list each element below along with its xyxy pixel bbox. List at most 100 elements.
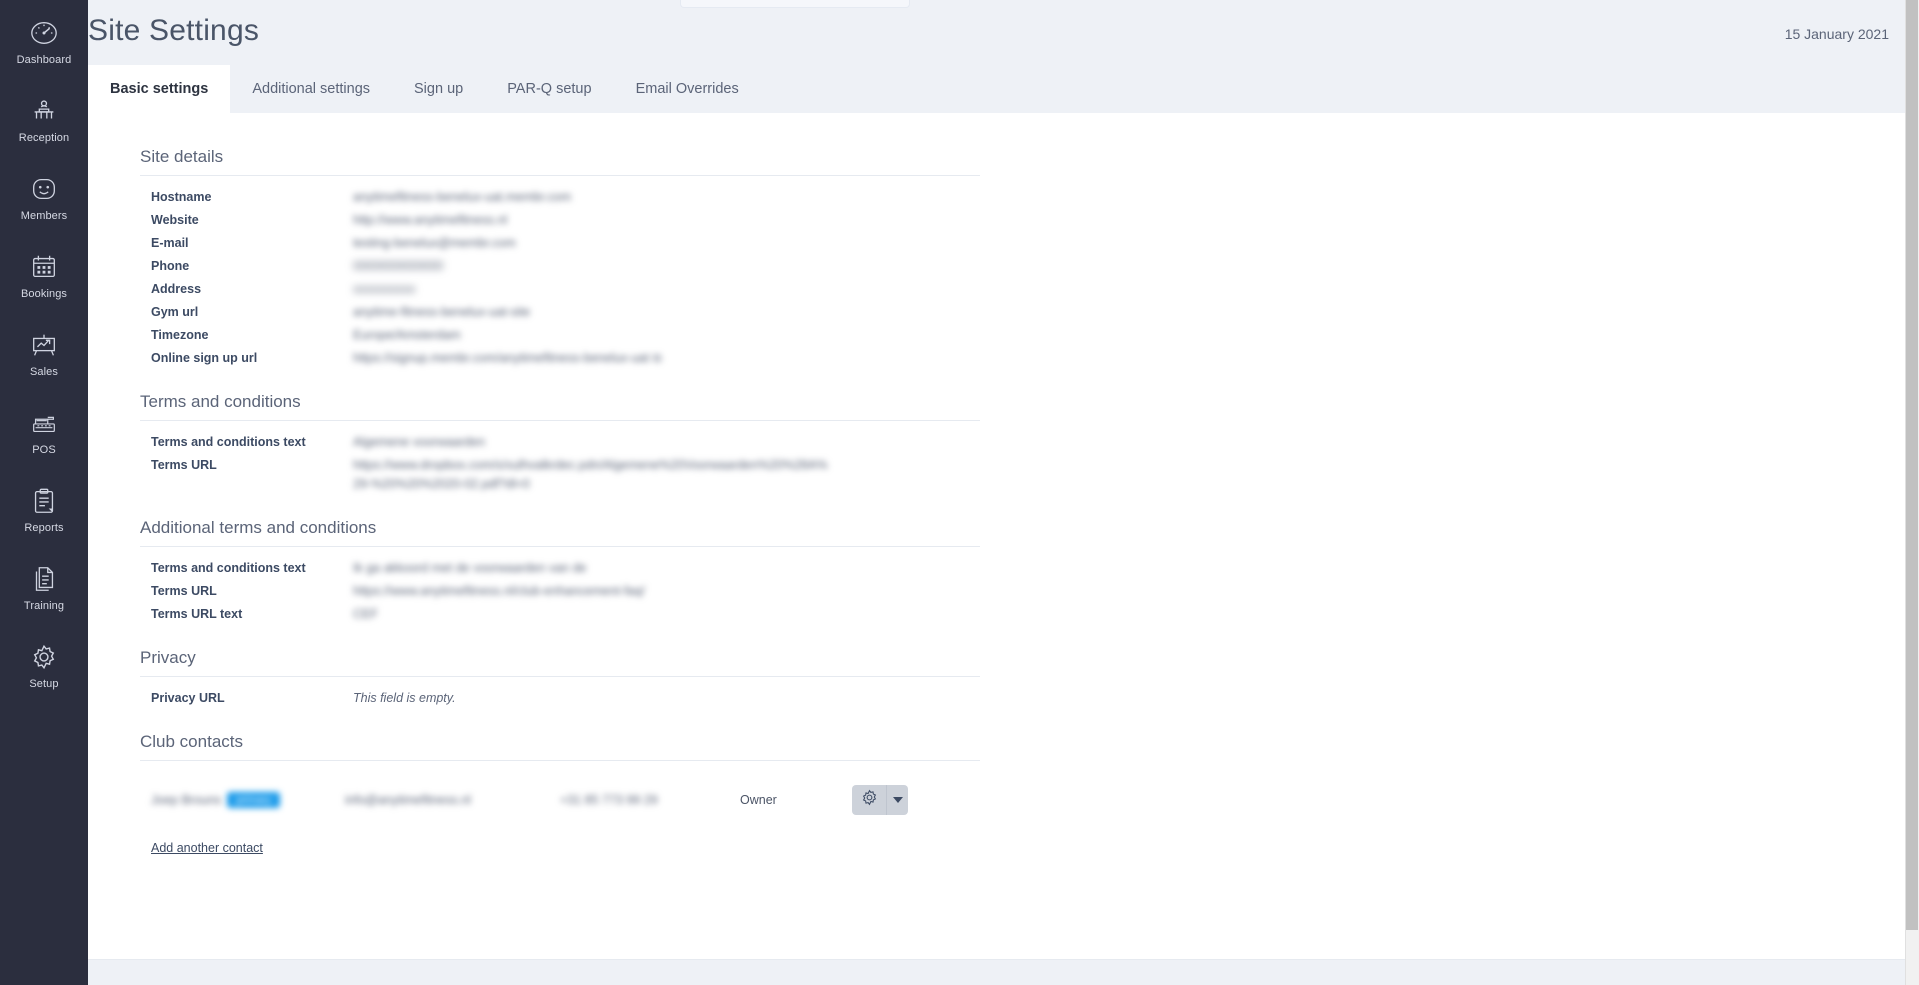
field-label: Terms URL text xyxy=(151,607,243,621)
field-value: xxxxxxxxxx xyxy=(353,282,416,296)
tab-email-overrides[interactable]: Email Overrides xyxy=(614,65,761,113)
page-container: Site Settings 15 January 2021 Basic sett… xyxy=(88,0,1919,985)
field-row: Terms URL text CEF xyxy=(88,603,1907,626)
sidebar-label: Dashboard xyxy=(16,54,72,66)
field-label: Address xyxy=(151,282,202,296)
sidebar-item-members[interactable]: Members xyxy=(0,162,88,230)
field-row: Privacy URL This field is empty. xyxy=(88,687,1907,710)
page-header: Site Settings 15 January 2021 xyxy=(88,0,1919,65)
field-value: Algemene voorwaarden xyxy=(353,435,486,449)
section-heading: Terms and conditions xyxy=(140,392,980,421)
field-label: Online sign up url xyxy=(151,351,258,365)
field-label: Terms and conditions text xyxy=(151,435,306,449)
field-label: Terms URL xyxy=(151,458,217,472)
field-row: Online sign up url https://signup.membr.… xyxy=(88,347,1907,370)
section-additional-terms: Additional terms and conditions Terms an… xyxy=(88,496,1907,626)
terms-rows: Terms and conditions text Algemene voorw… xyxy=(88,431,1907,496)
field-row: Terms and conditions text Ik ga akkoord … xyxy=(88,557,1907,580)
tab-basic-settings[interactable]: Basic settings xyxy=(88,65,231,113)
field-value: https://www.dropbox.com/s/xulhvalkrdec.p… xyxy=(353,458,828,491)
section-club-contacts: Club contacts Joep Brouns primary info@a… xyxy=(88,710,1907,857)
sidebar-label: Reception xyxy=(18,132,70,144)
field-row: Address xxxxxxxxxx xyxy=(88,278,1907,301)
section-privacy: Privacy Privacy URL This field is empty. xyxy=(88,626,1907,710)
section-heading: Privacy xyxy=(140,648,980,677)
field-row: Terms URL https://www.anytimefitness.nl/… xyxy=(88,580,1907,603)
field-value: testing-benelux@membr.com xyxy=(353,236,516,250)
field-row: Hostname anytimefitness-benelux-uat.memb… xyxy=(88,186,1907,209)
field-value: anytimefitness-benelux-uat.membr.com xyxy=(353,190,572,204)
sidebar-label: Members xyxy=(20,210,68,222)
header-date: 15 January 2021 xyxy=(1784,26,1889,42)
field-label: Website xyxy=(151,213,199,227)
section-heading: Additional terms and conditions xyxy=(140,518,980,547)
contact-row: Joep Brouns primary info@anytimefitness.… xyxy=(140,779,1907,821)
field-value: Europe/Amsterdam xyxy=(353,328,461,342)
chart-easel-icon xyxy=(27,328,61,362)
contact-actions-dropdown-button[interactable] xyxy=(886,785,908,815)
gear-icon xyxy=(860,788,879,812)
calendar-icon xyxy=(27,250,61,284)
site-details-rows: Hostname anytimefitness-benelux-uat.memb… xyxy=(88,186,1907,370)
tab-bar: Basic settings Additional settings Sign … xyxy=(88,65,1919,113)
field-value: CEF xyxy=(353,607,378,621)
page-scrollbar-thumb[interactable] xyxy=(1906,0,1918,930)
field-value: 0000000000000 xyxy=(353,259,444,273)
field-label: Privacy URL xyxy=(151,691,225,705)
sidebar-label: Reports xyxy=(24,522,64,534)
contact-primary-badge: primary xyxy=(227,791,281,809)
add-another-contact-link[interactable]: Add another contact xyxy=(151,841,263,855)
sidebar-item-training[interactable]: Training xyxy=(0,552,88,620)
gauge-icon xyxy=(27,16,61,50)
section-site-details: Site details Hostname anytimefitness-ben… xyxy=(88,113,1907,370)
field-label: E-mail xyxy=(151,236,189,250)
tab-par-q-setup[interactable]: PAR-Q setup xyxy=(485,65,613,113)
field-row: Gym url anytime-fitness-benelux-uat-site xyxy=(88,301,1907,324)
privacy-rows: Privacy URL This field is empty. xyxy=(88,687,1907,710)
clipboard-icon xyxy=(27,484,61,518)
sidebar-item-setup[interactable]: Setup xyxy=(0,630,88,698)
field-label: Terms and conditions text xyxy=(151,561,306,575)
documents-icon xyxy=(27,562,61,596)
sidebar-item-reception[interactable]: Reception xyxy=(0,84,88,152)
contact-actions xyxy=(852,785,908,815)
field-value: http://www.anytimefitness.nl xyxy=(353,213,508,227)
field-value: Ik ga akkoord met de voorwaarden van de xyxy=(353,561,587,575)
contact-name: Joep Brouns xyxy=(151,793,222,807)
field-row: Phone 0000000000000 xyxy=(88,255,1907,278)
field-row: Terms URL https://www.dropbox.com/s/xulh… xyxy=(88,454,1907,496)
field-value: anytime-fitness-benelux-uat-site xyxy=(353,305,531,319)
field-row: Website http://www.anytimefitness.nl xyxy=(88,209,1907,232)
sidebar-item-pos[interactable]: POS xyxy=(0,396,88,464)
contact-settings-button[interactable] xyxy=(852,785,886,815)
cash-register-icon xyxy=(27,406,61,440)
field-value: https://signup.membr.com/anytimefitness-… xyxy=(353,351,662,365)
sidebar-item-reports[interactable]: Reports xyxy=(0,474,88,542)
sidebar-item-dashboard[interactable]: Dashboard xyxy=(0,6,88,74)
sidebar-label: Training xyxy=(23,600,65,612)
field-label: Timezone xyxy=(151,328,209,342)
section-terms-and-conditions: Terms and conditions Terms and condition… xyxy=(88,370,1907,496)
sidebar-item-bookings[interactable]: Bookings xyxy=(0,240,88,308)
chevron-down-icon xyxy=(892,797,903,803)
contact-phone: +31 85 773 99 29 xyxy=(560,793,658,807)
section-heading: Club contacts xyxy=(140,732,980,761)
field-label: Hostname xyxy=(151,190,212,204)
field-row: Terms and conditions text Algemene voorw… xyxy=(88,431,1907,454)
section-heading: Site details xyxy=(140,147,980,176)
smiley-face-icon xyxy=(27,172,61,206)
tab-sign-up[interactable]: Sign up xyxy=(392,65,485,113)
sidebar-label: Setup xyxy=(29,678,59,690)
sidebar-item-sales[interactable]: Sales xyxy=(0,318,88,386)
sidebar-label: Sales xyxy=(29,366,59,378)
contact-role: Owner xyxy=(740,793,777,807)
field-row: Timezone Europe/Amsterdam xyxy=(88,324,1907,347)
additional-terms-rows: Terms and conditions text Ik ga akkoord … xyxy=(88,557,1907,626)
page-title: Site Settings xyxy=(88,14,260,47)
field-row: E-mail testing-benelux@membr.com xyxy=(88,232,1907,255)
contact-name-cell: Joep Brouns primary xyxy=(140,791,345,809)
gear-icon xyxy=(27,640,61,674)
sidebar-label: POS xyxy=(32,444,56,456)
field-label: Gym url xyxy=(151,305,199,319)
tab-additional-settings[interactable]: Additional settings xyxy=(230,65,392,113)
